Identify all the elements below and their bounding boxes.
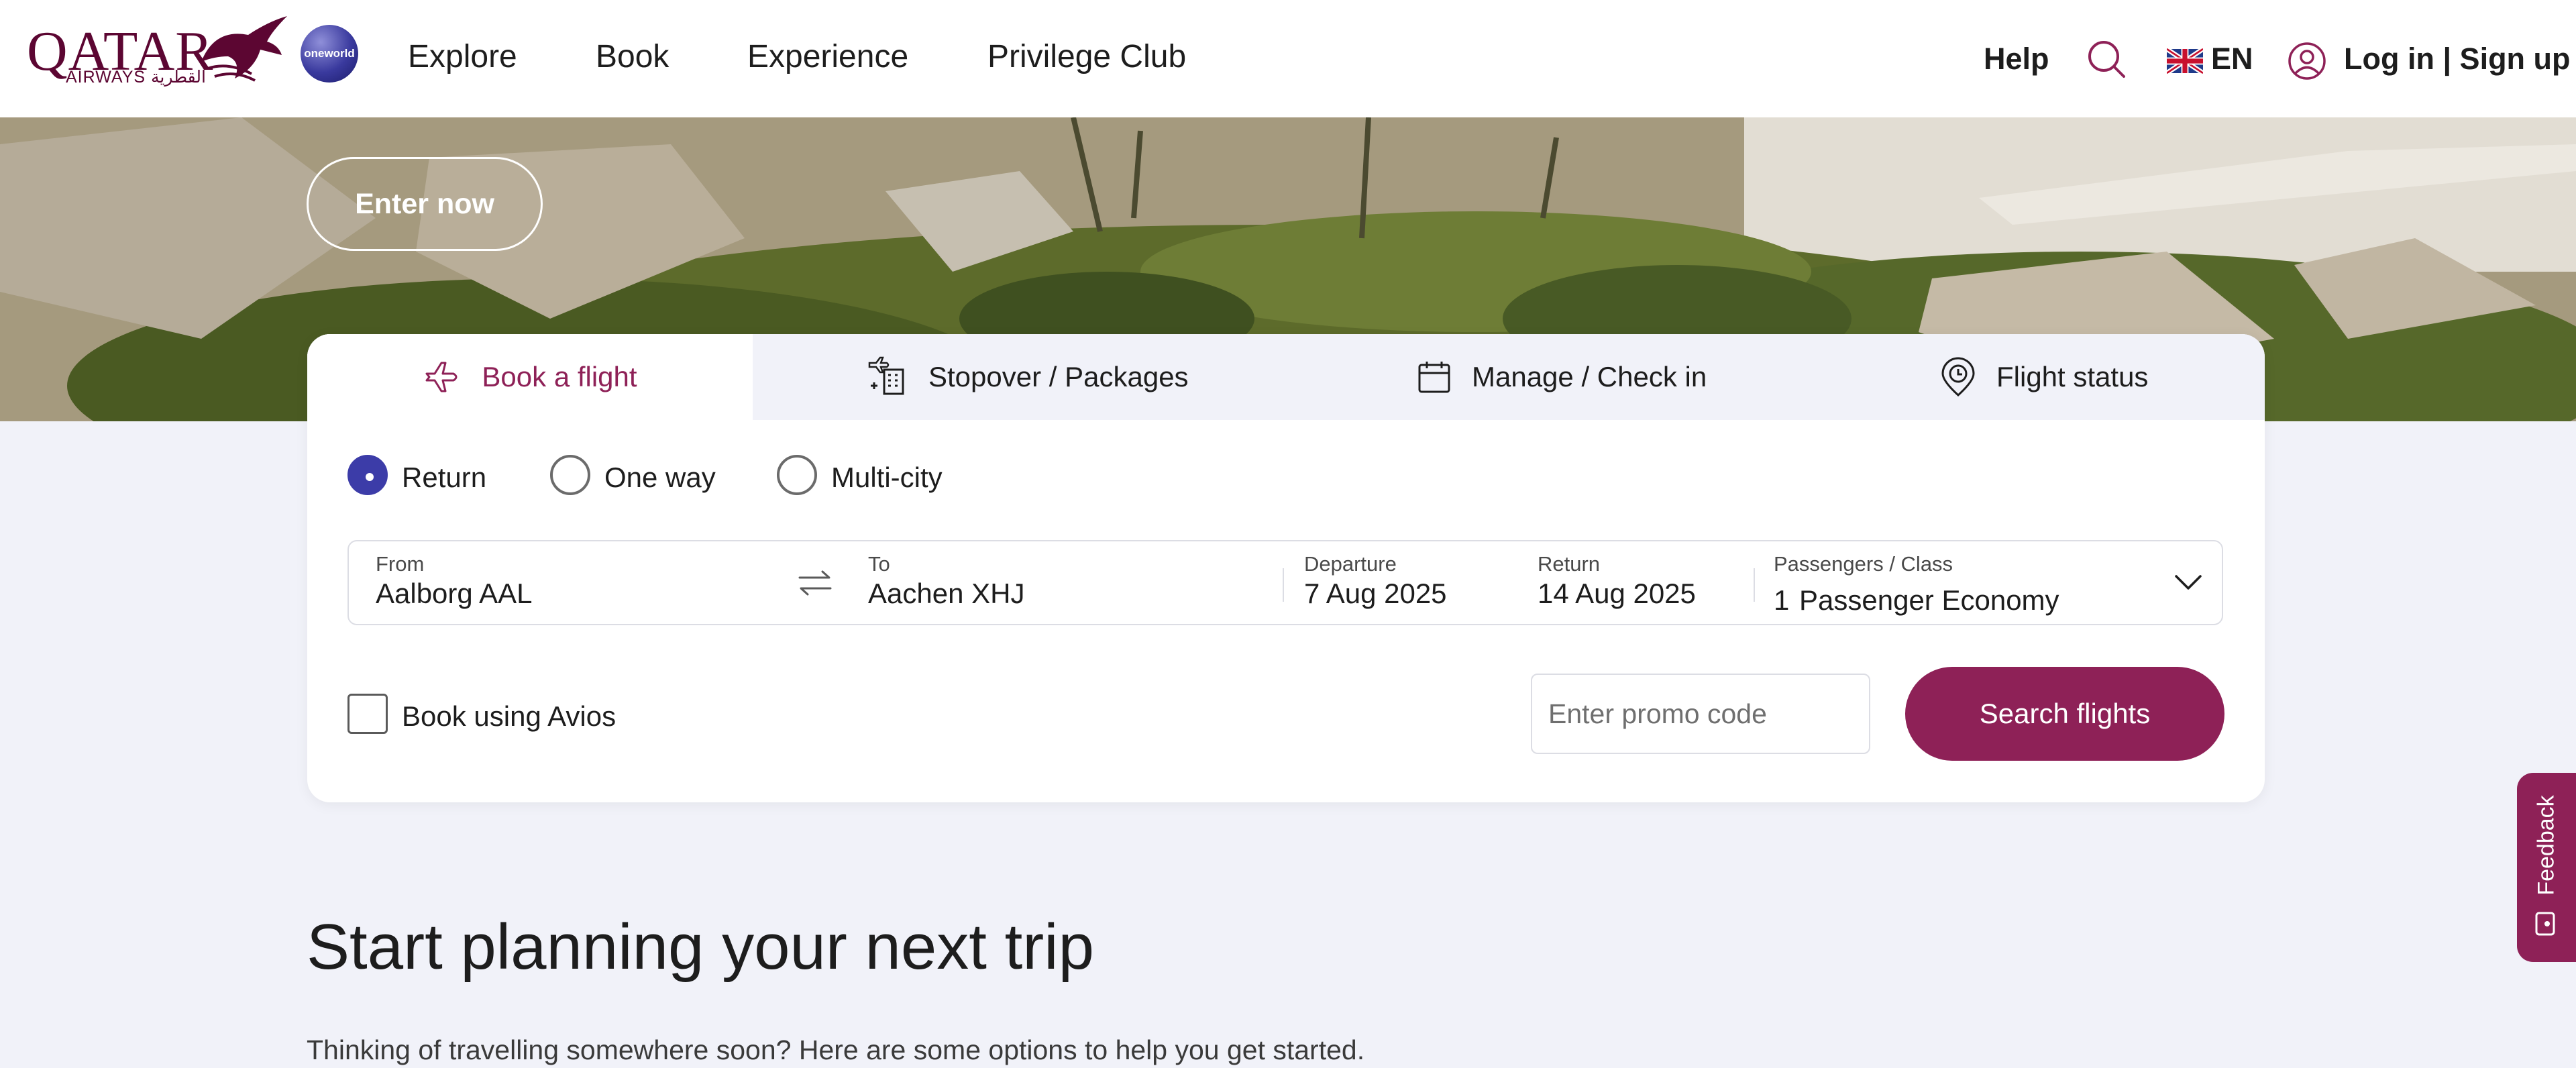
swap-icon[interactable] [797,568,833,598]
flight-search-fields: From Aalborg AAL To Aachen XHJ Departure… [347,540,2223,625]
oryx-icon [201,16,287,82]
chevron-down-icon [2175,575,2202,590]
booking-tabs: Book a flight Stopover / Packages Manage… [307,334,2265,420]
return-value: 14 Aug 2025 [1538,578,1696,609]
feedback-tab[interactable]: Feedback [2517,773,2576,962]
promo-code-input[interactable] [1531,674,1870,754]
help-link[interactable]: Help [1984,42,2049,76]
departure-label: Departure [1304,552,1397,576]
enter-now-button[interactable]: Enter now [307,157,543,251]
nav-experience[interactable]: Experience [747,38,908,75]
to-value: Aachen XHJ [868,578,1025,609]
tab-label: Book a flight [482,361,637,392]
booking-widget: Book a flight Stopover / Packages Manage… [307,334,2265,802]
from-field[interactable]: From Aalborg AAL [349,541,778,624]
passengers-label: Passengers / Class [1774,552,1953,576]
avios-label[interactable]: Book using Avios [402,700,616,733]
section-title: Start planning your next trip [307,911,1094,983]
location-clock-icon [1941,357,1975,397]
radio-multi-city[interactable] [777,455,817,495]
passengers-class-field[interactable]: Passengers / Class 1 Passenger Economy [1758,541,2223,624]
qatar-airways-logo[interactable]: QATAR AIRWAYS القطرية [27,15,287,89]
nav-explore[interactable]: Explore [408,38,517,75]
uk-flag-icon[interactable] [2167,48,2203,74]
from-label: From [376,552,425,576]
return-label: Return [1538,552,1601,576]
radio-one-way[interactable] [550,455,590,495]
oneworld-logo[interactable]: oneworld [301,25,358,83]
radio-return[interactable] [347,455,388,495]
tab-label: Stopover / Packages [928,361,1189,392]
search-icon[interactable] [2086,39,2127,79]
passenger-count: 1 [1774,584,1790,616]
departure-field[interactable]: Departure 7 Aug 2025 [1288,541,1516,624]
site-header: QATAR AIRWAYS القطرية oneworld Explore B… [0,0,2576,117]
feedback-label: Feedback [2533,795,2559,896]
radio-return-label[interactable]: Return [402,462,486,494]
nav-privilege-club[interactable]: Privilege Club [987,38,1186,75]
avios-checkbox[interactable] [347,694,388,734]
tab-manage-check-in[interactable]: Manage / Check in [1417,334,1707,420]
section-subtitle: Thinking of travelling somewhere soon? H… [307,1034,1365,1065]
radio-multi-city-label[interactable]: Multi-city [831,462,943,494]
tab-book-a-flight[interactable]: Book a flight [307,334,753,420]
to-label: To [868,552,890,576]
plane-icon [425,362,458,392]
field-divider [1754,568,1755,602]
login-signup-link[interactable]: Log in | Sign up [2344,42,2571,76]
nav-book[interactable]: Book [596,38,669,75]
search-flights-button[interactable]: Search flights [1905,667,2224,761]
hotel-plane-icon [868,356,904,395]
user-icon[interactable] [2288,42,2326,81]
return-field[interactable]: Return 14 Aug 2025 [1521,541,1750,624]
from-value: Aalborg AAL [376,578,533,609]
tab-label: Flight status [1996,361,2149,392]
field-divider [1283,568,1284,602]
tab-flight-status[interactable]: Flight status [1940,334,2148,420]
departure-value: 7 Aug 2025 [1304,578,1447,609]
to-field[interactable]: To Aachen XHJ [852,541,1281,624]
logo-subtext: AIRWAYS القطرية [66,68,206,87]
feedback-icon [2535,912,2555,936]
language-selector[interactable]: EN [2211,42,2253,76]
tab-stopover-packages[interactable]: Stopover / Packages [867,334,1189,420]
passenger-class-value: Passenger Economy [1799,584,2059,616]
calendar-icon [1418,362,1450,393]
tab-label: Manage / Check in [1472,361,1707,392]
radio-one-way-label[interactable]: One way [604,462,716,494]
